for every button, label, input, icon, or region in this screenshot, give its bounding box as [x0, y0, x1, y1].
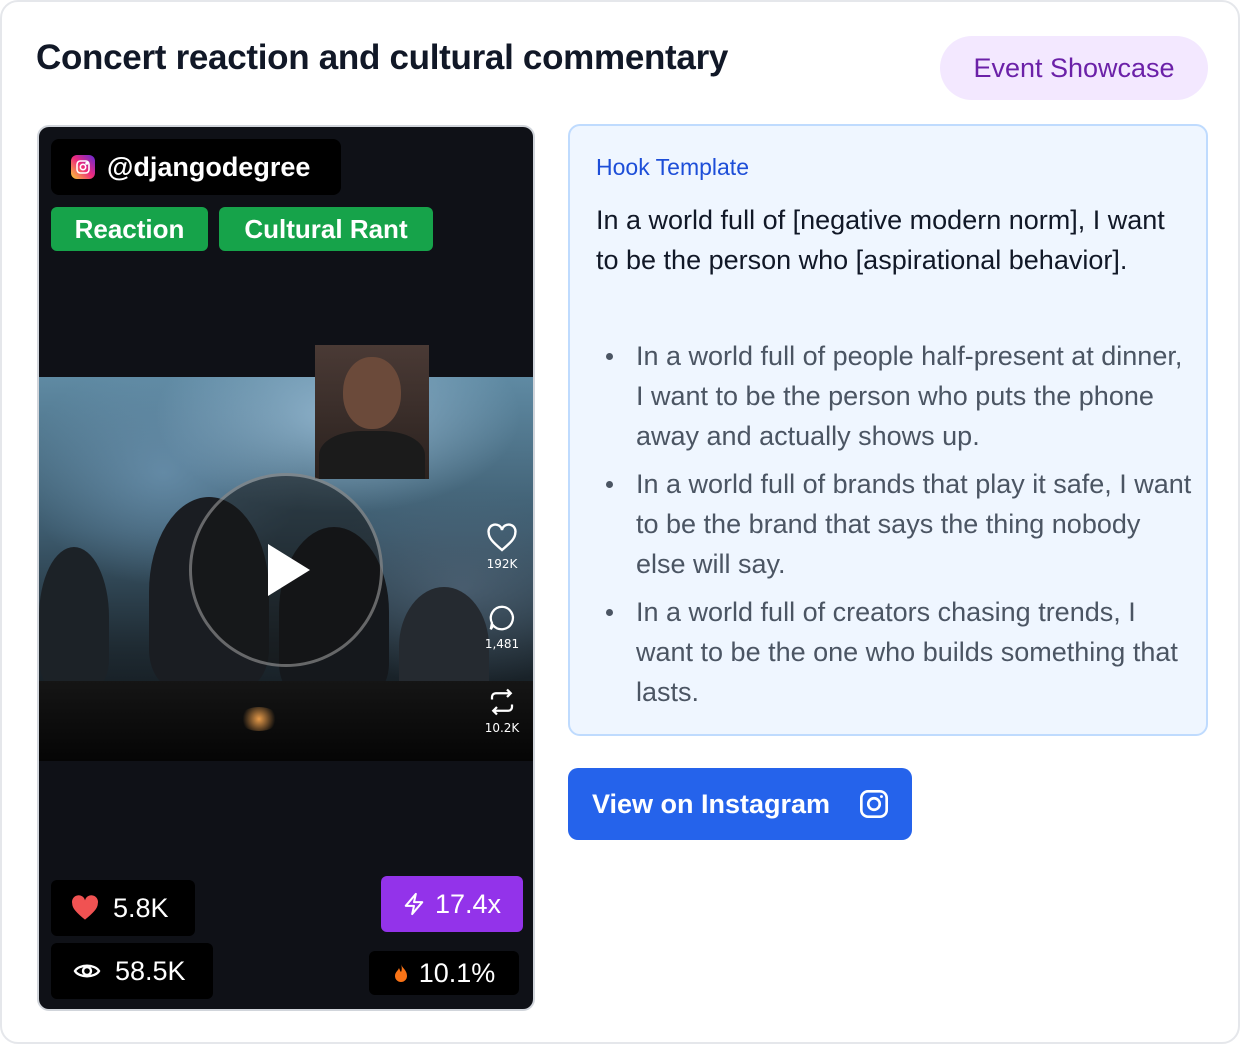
multiplier-value: 17.4x [434, 888, 502, 919]
tag-reaction: Reaction [51, 207, 208, 251]
hook-label: Hook Template [596, 154, 749, 180]
views-stat: 58.5K [51, 943, 213, 999]
hook-example: In a world full of creators chasing tren… [596, 592, 1196, 712]
tag-cultural-rant: Cultural Rant [219, 207, 433, 251]
views-count: 58.5K [115, 955, 186, 986]
side-share-count: 10.2K [484, 721, 520, 735]
eye-icon [73, 964, 101, 978]
creator-handle[interactable]: @djangodegree [51, 139, 341, 195]
hook-example-text: In a world full of creators chasing tren… [636, 597, 1178, 707]
lightning-icon [404, 892, 424, 916]
category-badge[interactable]: Event Showcase [940, 36, 1208, 100]
side-share[interactable]: 10.2K [477, 687, 527, 735]
video-preview[interactable]: @djangodegree Reaction Cultural Rant 192… [37, 125, 535, 1011]
side-like[interactable]: 192K [477, 523, 527, 571]
side-comment[interactable]: 1,481 [477, 603, 527, 651]
hook-example-text: In a world full of people half-present a… [636, 341, 1183, 451]
performance-multiplier: 17.4x [381, 876, 523, 932]
post-card: Concert reaction and cultural commentary… [0, 0, 1240, 1044]
engagement-rate: 10.1% [369, 951, 519, 995]
likes-count: 5.8K [113, 892, 169, 923]
post-title: Concert reaction and cultural commentary [36, 38, 729, 77]
hook-template-panel: Hook Template In a world full of [negati… [568, 124, 1208, 736]
cta-label: View on Instagram [592, 788, 831, 819]
repost-icon [490, 688, 514, 716]
instagram-icon [860, 790, 888, 818]
hook-example: In a world full of brands that play it s… [596, 464, 1196, 584]
view-on-instagram-button[interactable]: View on Instagram [568, 768, 912, 840]
handle-text: @djangodegree [107, 151, 311, 182]
instagram-icon [71, 155, 95, 179]
heart-outline-icon [487, 523, 517, 552]
hook-example: In a world full of people half-present a… [596, 336, 1196, 456]
play-icon [268, 544, 310, 596]
play-button[interactable] [189, 473, 383, 667]
hook-example-text: In a world full of brands that play it s… [636, 469, 1192, 579]
comment-icon [489, 605, 514, 631]
hook-template-text: In a world full of [negative modern norm… [596, 205, 1165, 275]
heart-icon [72, 895, 98, 920]
hook-examples: In a world full of people half-present a… [596, 336, 1196, 720]
likes-stat: 5.8K [51, 880, 195, 936]
engagement-value: 10.1% [418, 957, 496, 988]
side-comment-count: 1,481 [484, 637, 520, 651]
flame-icon [394, 964, 407, 982]
reaction-pip [315, 345, 429, 479]
side-like-count: 192K [486, 557, 518, 571]
